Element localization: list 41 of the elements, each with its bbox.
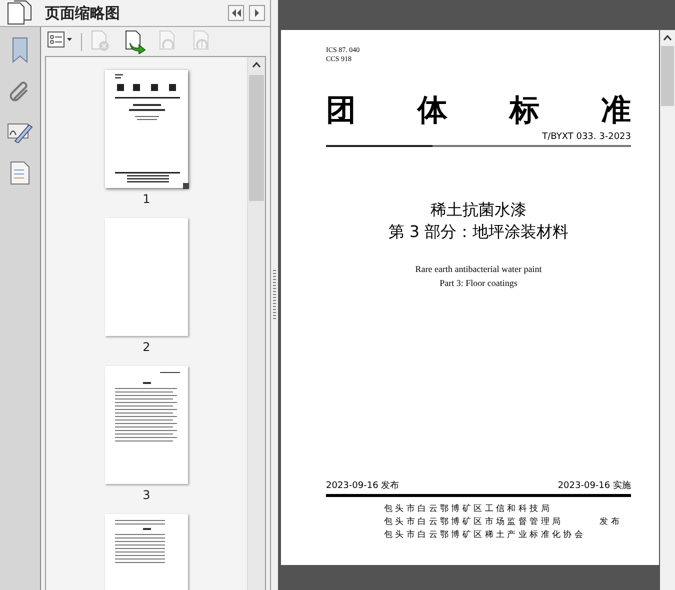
page-number: 2 [142,340,150,354]
issuing-body: 包头市白云鄂博矿区市场监督管理局 [384,516,564,529]
page-number: 3 [142,488,150,502]
heading-character: 标 [509,94,540,128]
view-handle [183,183,189,189]
panel-title: 页面缩略图 [45,4,121,22]
issue-date: 2023-09-16 发布 [326,480,400,492]
page-arrow-icon [124,30,146,54]
heading-character: 团 [326,94,356,128]
heading-character: 准 [600,94,631,128]
standard-number: T/BYXT 033. 3-2023 [542,132,631,142]
english-title: Part 3: Floor coatings [438,277,518,290]
collapse-button[interactable] [228,5,244,21]
issue-label: 发布 [600,516,622,529]
chinese-title: 稀土抗菌水漆 [430,199,528,221]
english-title: Rare earth antibacterial water paint [414,263,543,276]
bookmark-icon[interactable] [11,37,29,63]
page-preview-drawing [115,372,180,442]
scrollbar-thumb[interactable] [249,75,264,201]
signature-icon[interactable] [7,121,33,143]
page-preview-drawing [115,520,165,563]
pages-icon[interactable] [7,0,33,26]
chinese-title: 第 3 部分：地坪涂装材料 [387,221,570,243]
right-arrow-icon [254,9,260,17]
scrollbar[interactable] [660,30,675,590]
issuing-body: 包头市白云鄂博矿区工信和科技局 [384,503,553,516]
scrollbar-thumb[interactable] [661,46,674,106]
effective-date: 2023-09-16 实施 [558,480,631,492]
insert-page-button[interactable] [124,30,146,54]
page-thumbnail[interactable] [105,218,188,336]
scrollbar[interactable] [247,57,265,590]
document-icon[interactable] [10,161,30,185]
page-thumbnail[interactable] [105,366,188,484]
heading-character: 体 [418,94,448,128]
issuing-body: 包头市白云鄂博矿区稀土产业标准化协会 [384,529,586,542]
double-left-arrow-icon [231,9,241,17]
page-thumbnail[interactable] [105,70,188,188]
page-delete-icon [90,30,112,54]
expand-button[interactable] [249,5,265,21]
page-number: 1 [142,192,150,206]
splitter-grip[interactable] [273,270,276,320]
